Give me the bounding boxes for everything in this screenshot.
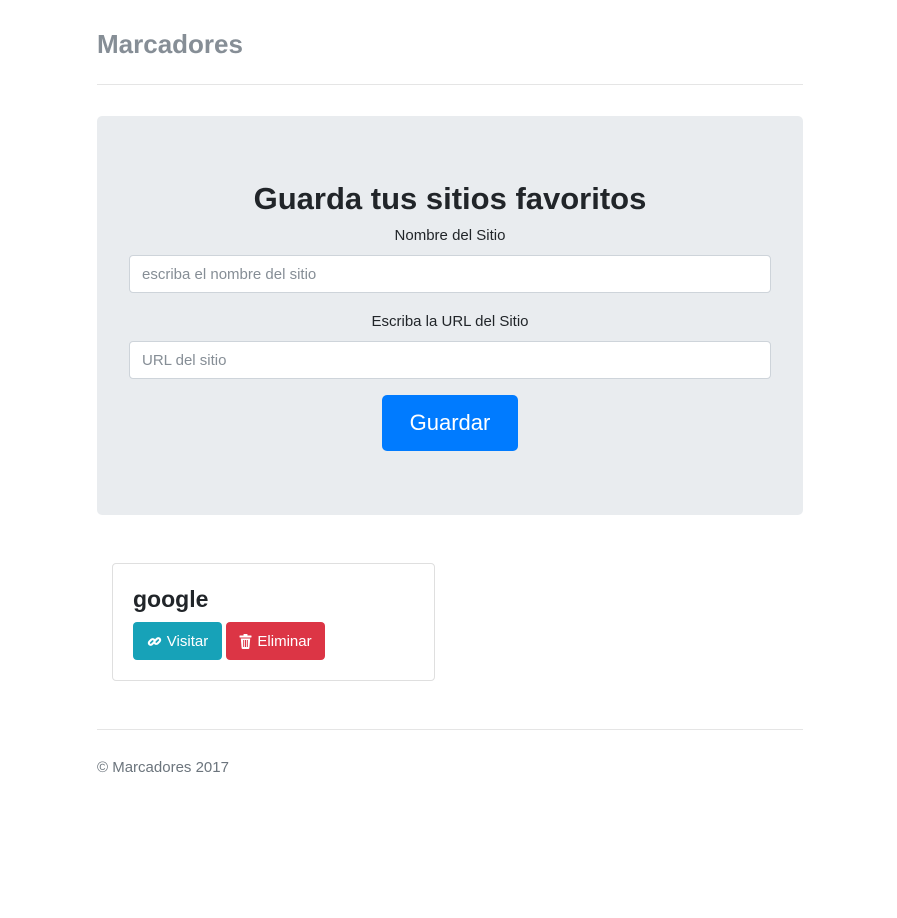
header: Marcadores (97, 0, 803, 85)
footer-copyright: © Marcadores 2017 (97, 759, 229, 776)
site-url-label: Escriba la URL del Sitio (371, 313, 529, 330)
site-url-input[interactable] (129, 341, 771, 379)
brand-title: Marcadores (97, 29, 243, 59)
site-name-label: Nombre del Sitio (394, 227, 506, 244)
link-icon (147, 634, 162, 649)
save-button[interactable]: Guardar (382, 395, 518, 451)
site-name-input[interactable] (129, 255, 771, 293)
trash-icon (239, 633, 252, 649)
form-title: Guarda tus sitios favoritos (253, 181, 647, 216)
bookmark-card: google Visitar Eliminar (112, 563, 435, 681)
bookmark-name: google (133, 586, 209, 612)
page: Marcadores Guarda tus sitios favoritos N… (0, 0, 897, 918)
footer: © Marcadores 2017 (97, 729, 803, 776)
bookmark-form-panel: Guarda tus sitios favoritos Nombre del S… (97, 116, 803, 515)
delete-button[interactable]: Eliminar (226, 622, 325, 660)
visit-button[interactable]: Visitar (133, 622, 222, 660)
delete-button-label: Eliminar (257, 632, 312, 650)
visit-button-label: Visitar (166, 632, 209, 650)
